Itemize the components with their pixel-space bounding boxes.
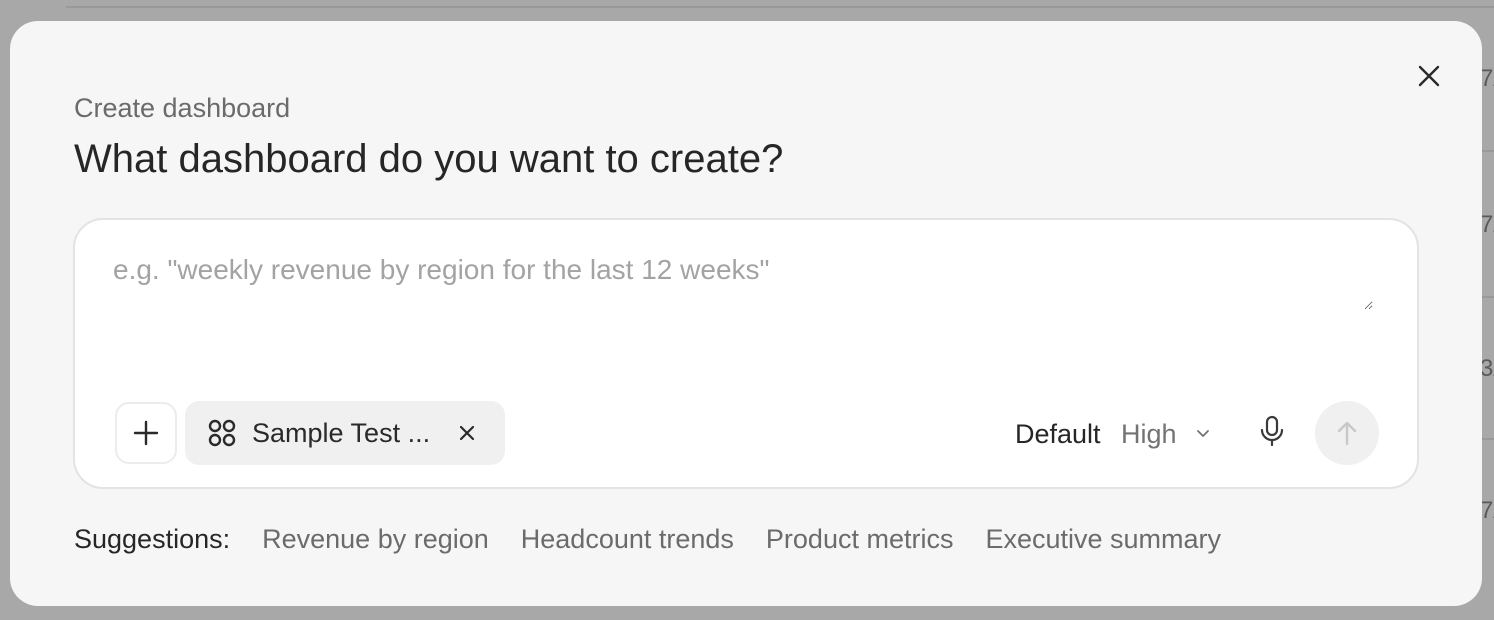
- background-text-fragment: 7/: [1480, 497, 1494, 524]
- close-icon: [459, 425, 475, 441]
- modal-title: What dashboard do you want to create?: [74, 137, 784, 181]
- arrow-up-icon: [1337, 421, 1357, 446]
- microphone-icon: [1260, 415, 1284, 447]
- suggestion-product-metrics[interactable]: Product metrics: [750, 521, 970, 557]
- suggestion-executive-summary[interactable]: Executive summary: [969, 521, 1237, 557]
- send-button[interactable]: [1315, 401, 1379, 465]
- add-attachment-button[interactable]: [115, 402, 177, 464]
- create-dashboard-modal: Create dashboard What dashboard do you w…: [10, 21, 1482, 606]
- background-divider: [66, 6, 1494, 8]
- attachment-chip[interactable]: Sample Test ...: [185, 401, 505, 465]
- grid-dots-icon: [208, 419, 236, 447]
- attachment-chip-label: Sample Test ...: [252, 418, 431, 448]
- chevron-down-icon: [1196, 430, 1209, 437]
- remove-attachment-button[interactable]: [453, 419, 481, 447]
- prompt-box: Sample Test ... Default High: [73, 218, 1419, 489]
- background-text-fragment: 3/: [1480, 355, 1494, 382]
- prompt-input[interactable]: [113, 250, 1373, 310]
- microphone-button[interactable]: [1255, 414, 1289, 448]
- suggestions-label: Suggestions:: [74, 524, 231, 554]
- model-label: Default: [1015, 419, 1101, 449]
- effort-select[interactable]: High: [1121, 414, 1211, 454]
- background-text-fragment: 7/: [1480, 65, 1494, 92]
- background-text-fragment: 7/: [1480, 211, 1494, 238]
- modal-subtitle: Create dashboard: [74, 93, 291, 123]
- suggestion-revenue-by-region[interactable]: Revenue by region: [246, 521, 505, 557]
- plus-icon: [133, 420, 159, 446]
- close-button[interactable]: [1414, 61, 1444, 91]
- suggestion-headcount-trends[interactable]: Headcount trends: [505, 521, 750, 557]
- suggestions-row: Suggestions: Revenue by region Headcount…: [74, 521, 1237, 557]
- effort-value: High: [1121, 419, 1177, 449]
- close-icon: [1418, 65, 1440, 87]
